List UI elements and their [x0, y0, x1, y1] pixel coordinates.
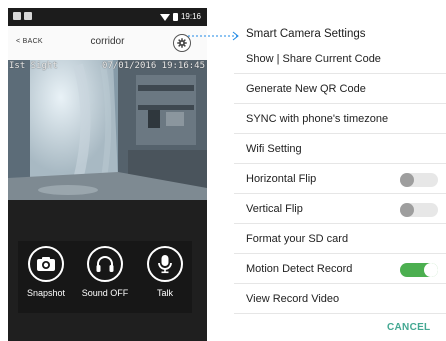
menu-item-format-sd[interactable]: Format your SD card — [234, 224, 446, 254]
toggle-knob — [400, 203, 414, 217]
menu-item-vertical-flip: Vertical Flip — [234, 194, 446, 224]
menu-item-wifi-setting[interactable]: Wifi Setting — [234, 134, 446, 164]
menu-item-label: Generate New QR Code — [246, 83, 366, 95]
menu-item-horizontal-flip: Horizontal Flip — [234, 164, 446, 194]
menu-item-generate-qr[interactable]: Generate New QR Code — [234, 74, 446, 104]
menu-item-share-code[interactable]: Show | Share Current Code — [234, 44, 446, 74]
menu-item-sync-timezone[interactable]: SYNC with phone's timezone — [234, 104, 446, 134]
menu-item-view-record[interactable]: View Record Video — [234, 284, 446, 314]
settings-title: Smart Camera Settings — [246, 28, 366, 40]
toggle-knob — [400, 173, 414, 187]
toggle-knob — [424, 263, 438, 277]
settings-menu: Show | Share Current Code Generate New Q… — [234, 44, 446, 314]
menu-item-label: SYNC with phone's timezone — [246, 113, 389, 125]
horizontal-flip-toggle[interactable] — [400, 173, 438, 187]
menu-item-label: Wifi Setting — [246, 143, 302, 155]
menu-item-label: Motion Detect Record — [246, 263, 353, 275]
menu-item-label: Show | Share Current Code — [246, 53, 381, 65]
motion-detect-toggle[interactable] — [400, 263, 438, 277]
menu-item-label: Horizontal Flip — [246, 173, 317, 185]
menu-item-label: Format your SD card — [246, 233, 349, 245]
menu-item-label: Vertical Flip — [246, 203, 303, 215]
vertical-flip-toggle[interactable] — [400, 203, 438, 217]
menu-item-motion-detect: Motion Detect Record — [234, 254, 446, 284]
cancel-button[interactable]: CANCEL — [387, 322, 430, 333]
menu-item-label: View Record Video — [246, 293, 340, 305]
